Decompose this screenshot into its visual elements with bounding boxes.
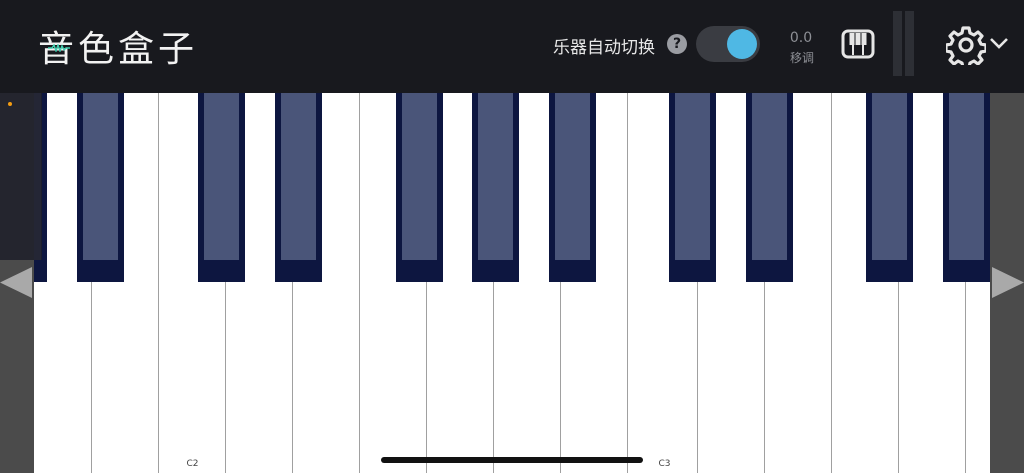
home-indicator[interactable]	[381, 457, 643, 463]
black-key[interactable]	[198, 93, 245, 282]
transpose-label[interactable]: 移调	[787, 49, 817, 66]
level-meter	[893, 11, 914, 76]
black-key[interactable]	[472, 93, 519, 282]
black-key[interactable]	[275, 93, 322, 282]
black-key-face	[949, 93, 984, 260]
black-key-face	[675, 93, 710, 260]
black-key-face	[752, 93, 787, 260]
black-key-face	[281, 93, 316, 260]
toggle-knob[interactable]	[727, 29, 757, 59]
black-key-face	[872, 93, 907, 260]
black-key[interactable]	[396, 93, 443, 282]
keyboard-icon[interactable]	[841, 29, 875, 59]
auto-switch-label: 乐器自动切换	[553, 38, 655, 58]
range-overlay	[0, 93, 42, 260]
black-key[interactable]	[77, 93, 124, 282]
highlight-dot	[8, 102, 12, 106]
octave-label-c2: C2	[186, 459, 199, 469]
help-icon[interactable]: ?	[667, 34, 687, 54]
chevron-down-icon[interactable]	[989, 36, 1009, 50]
waveform-icon	[48, 44, 70, 52]
black-key[interactable]	[866, 93, 913, 282]
gear-icon[interactable]	[946, 25, 986, 65]
black-key-face	[83, 93, 118, 260]
black-key[interactable]	[549, 93, 596, 282]
left-arrow-icon[interactable]	[0, 265, 34, 300]
transpose-value[interactable]: 0.0	[789, 30, 813, 46]
black-key[interactable]	[943, 93, 990, 282]
piano-keyboard[interactable]: C2 C3	[0, 93, 1024, 473]
black-key-face	[478, 93, 513, 260]
right-arrow-icon[interactable]	[990, 265, 1024, 300]
black-key-face	[555, 93, 590, 260]
black-key[interactable]	[669, 93, 716, 282]
black-key-face	[402, 93, 437, 260]
black-key-face	[204, 93, 239, 260]
black-key[interactable]	[746, 93, 793, 282]
